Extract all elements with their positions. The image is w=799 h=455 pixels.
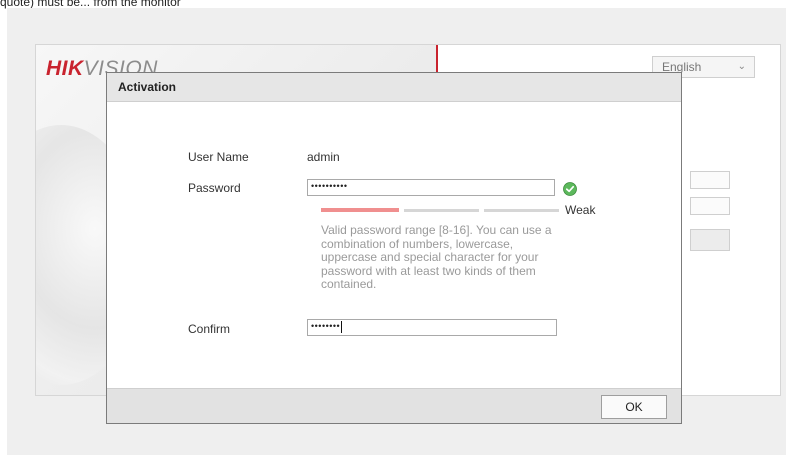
confirm-label: Confirm bbox=[188, 322, 231, 336]
password-strength-segment-3 bbox=[484, 209, 559, 212]
check-circle-icon bbox=[563, 182, 577, 196]
dialog-footer: OK bbox=[107, 388, 681, 423]
confirm-masked-value: •••••••• bbox=[311, 321, 341, 331]
password-strength-label: Weak bbox=[565, 203, 596, 217]
password-masked-value: •••••••••• bbox=[311, 181, 348, 191]
activation-dialog: Activation User Name admin Password ••••… bbox=[106, 72, 682, 424]
user-name-value: admin bbox=[307, 150, 340, 164]
background-username-field bbox=[690, 171, 730, 189]
dialog-header: Activation bbox=[107, 73, 681, 102]
password-hint-text: Valid password range [8-16]. You can use… bbox=[321, 223, 552, 291]
chevron-down-icon: ⌄ bbox=[737, 61, 746, 72]
confirm-password-input[interactable]: •••••••• bbox=[307, 319, 557, 336]
password-strength-segment-1 bbox=[321, 208, 399, 212]
background-login-button bbox=[690, 229, 730, 251]
password-input[interactable]: •••••••••• bbox=[307, 179, 555, 196]
dialog-title: Activation bbox=[118, 80, 177, 94]
ok-button[interactable]: OK bbox=[601, 395, 667, 419]
user-name-label: User Name bbox=[188, 150, 249, 164]
password-label: Password bbox=[188, 181, 241, 195]
text-cursor bbox=[341, 320, 343, 333]
background-password-field bbox=[690, 197, 730, 215]
password-strength-segment-2 bbox=[404, 209, 479, 212]
